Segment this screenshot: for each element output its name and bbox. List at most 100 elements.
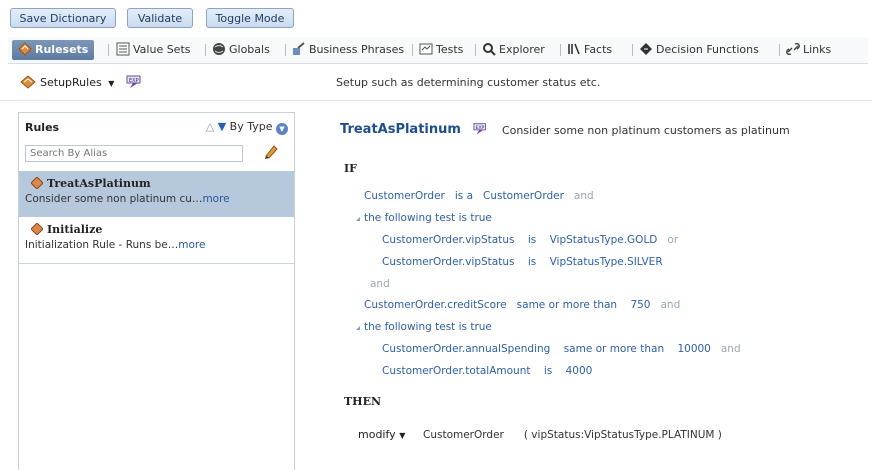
tab-label: Value Sets <box>133 43 191 56</box>
condition-value[interactable]: 4000 <box>566 365 593 377</box>
toggle-mode-button[interactable]: Toggle Mode <box>206 8 294 28</box>
business-phrases-icon <box>293 42 305 55</box>
condition-operator[interactable]: is <box>544 365 552 377</box>
ruleset-description: Setup such as determining customer statu… <box>336 76 601 89</box>
conjunction-and[interactable]: and <box>370 278 390 290</box>
condition-subject[interactable]: CustomerOrder.vipStatus <box>382 256 514 268</box>
svg-text:EXP: EXP <box>476 125 485 131</box>
condition-subject[interactable]: CustomerOrder.vipStatus <box>382 234 514 246</box>
rule-item-name: Initialize <box>47 223 103 236</box>
condition-line[interactable]: CustomerOrder.annualSpending same or mor… <box>382 343 741 355</box>
collapse-triangle-icon[interactable] <box>352 326 360 330</box>
ruleset-selector[interactable]: SetupRules ▼ EXP <box>20 75 144 89</box>
tab-explorer[interactable]: Explorer <box>482 40 545 60</box>
action-verb-dropdown[interactable]: modify ▼ <box>358 428 405 441</box>
tests-icon <box>419 43 433 55</box>
condition-subject[interactable]: CustomerOrder.annualSpending <box>382 343 550 355</box>
save-dictionary-button[interactable]: Save Dictionary <box>10 8 116 28</box>
condition-line[interactable]: CustomerOrder.vipStatus is VipStatusType… <box>382 234 678 246</box>
action-line[interactable]: CustomerOrder ( vipStatus:VipStatusType.… <box>423 429 722 441</box>
explorer-icon <box>483 43 496 56</box>
tab-label: Facts <box>584 43 613 56</box>
facts-icon <box>568 43 580 55</box>
pencil-icon[interactable] <box>263 143 279 159</box>
tab-value-sets[interactable]: Value Sets <box>116 40 191 60</box>
sort-control[interactable]: △ ▼ By Type ▼ <box>206 120 288 135</box>
search-input[interactable] <box>25 145 243 162</box>
rule-icon <box>31 177 43 189</box>
rule-item-name: TreatAsPlatinum <box>47 177 151 190</box>
condition-conjunction[interactable]: and <box>661 299 681 311</box>
condition-value[interactable]: CustomerOrder <box>483 190 564 202</box>
rule-item-initialize[interactable]: Initialize Initialization Rule - Runs be… <box>19 217 294 263</box>
if-keyword: IF <box>344 162 357 175</box>
tab-business-phrases[interactable]: Business Phrases <box>292 40 404 60</box>
rulesets-icon <box>18 42 32 56</box>
decision-functions-icon <box>640 43 652 55</box>
condition-subject[interactable]: CustomerOrder <box>364 190 445 202</box>
tab-label: Decision Functions <box>656 43 759 56</box>
condition-subject[interactable]: CustomerOrder.creditScore <box>364 299 507 311</box>
condition-line[interactable]: CustomerOrder.totalAmount is 4000 <box>382 365 592 377</box>
chevron-down-icon: ▼ <box>108 79 115 88</box>
tab-decision-functions[interactable]: Decision Functions <box>639 40 759 60</box>
advanced-mode-icon[interactable]: EXP <box>126 75 144 89</box>
condition-line[interactable]: CustomerOrder.vipStatus is VipStatusType… <box>382 256 663 268</box>
toolbar: Save Dictionary Validate Toggle Mode <box>0 0 872 36</box>
tab-label: Explorer <box>499 43 545 56</box>
action-verb: modify <box>358 428 396 441</box>
condition-value[interactable]: VipStatusType.SILVER <box>550 256 663 268</box>
links-icon <box>786 42 800 56</box>
condition-conjunction[interactable]: and <box>574 190 594 202</box>
rules-panel: Rules △ ▼ By Type ▼ TreatAsPlatinum Cons… <box>18 112 295 470</box>
rule-icon <box>31 223 43 235</box>
sort-ascending-icon[interactable]: △ <box>206 120 214 133</box>
sort-descending-icon[interactable]: ▼ <box>218 120 226 133</box>
tab-links[interactable]: Links <box>786 40 831 60</box>
condition-subject[interactable]: CustomerOrder.totalAmount <box>382 365 531 377</box>
rule-item-desc: Consider some non platinum cu… <box>25 193 203 205</box>
more-link[interactable]: more <box>202 193 229 205</box>
condition-conjunction[interactable]: and <box>721 343 741 355</box>
condition-conjunction[interactable]: and <box>370 278 390 290</box>
globals-icon <box>213 43 225 55</box>
rule-item-treatasplatinum[interactable]: TreatAsPlatinum Consider some non platin… <box>19 171 294 217</box>
tab-facts[interactable]: Facts <box>567 40 612 60</box>
tab-label: Links <box>803 43 832 56</box>
rule-title: TreatAsPlatinum <box>340 122 461 137</box>
tab-rulesets[interactable]: Rulesets <box>12 40 95 60</box>
action-args[interactable]: ( vipStatus:VipStatusType.PLATINUM ) <box>524 429 722 441</box>
action-target[interactable]: CustomerOrder <box>423 429 504 441</box>
ruleset-name: SetupRules <box>40 76 102 89</box>
condition-value[interactable]: 750 <box>630 299 650 311</box>
condition-operator[interactable]: is a <box>455 190 473 202</box>
tab-label: Rulesets <box>35 43 89 56</box>
validate-button[interactable]: Validate <box>127 8 193 28</box>
condition-operator[interactable]: same or more than <box>517 299 617 311</box>
nested-test-line[interactable]: the following test is true <box>364 212 492 224</box>
condition-value[interactable]: VipStatusType.GOLD <box>550 234 658 246</box>
condition-value[interactable]: 10000 <box>677 343 710 355</box>
nested-test-line[interactable]: the following test is true <box>364 321 492 333</box>
panel-divider <box>19 263 294 264</box>
tab-globals[interactable]: Globals <box>212 40 270 60</box>
condition-operator[interactable]: is <box>528 256 536 268</box>
tab-tests[interactable]: Tests <box>419 40 463 60</box>
tab-bar: Rulesets Value Sets Globals Business Phr… <box>8 37 868 64</box>
chevron-down-icon[interactable]: ▼ <box>276 123 288 135</box>
tab-label: Tests <box>436 43 464 56</box>
condition-line[interactable]: CustomerOrder is a CustomerOrder and <box>364 190 594 202</box>
condition-conjunction[interactable]: or <box>667 234 678 246</box>
more-link[interactable]: more <box>178 239 205 251</box>
condition-operator[interactable]: same or more than <box>564 343 664 355</box>
advanced-mode-icon[interactable]: EXP <box>473 122 489 136</box>
collapse-triangle-icon[interactable] <box>352 217 360 221</box>
rules-panel-title: Rules <box>25 121 60 134</box>
condition-line[interactable]: CustomerOrder.creditScore same or more t… <box>364 299 680 311</box>
tab-label: Globals <box>229 43 270 56</box>
condition-operator[interactable]: is <box>528 234 536 246</box>
svg-text:EXP: EXP <box>129 78 139 84</box>
value-sets-icon <box>116 42 130 56</box>
then-keyword: THEN <box>344 395 382 408</box>
ruleset-row: SetupRules ▼ EXP Setup such as determini… <box>0 66 872 101</box>
